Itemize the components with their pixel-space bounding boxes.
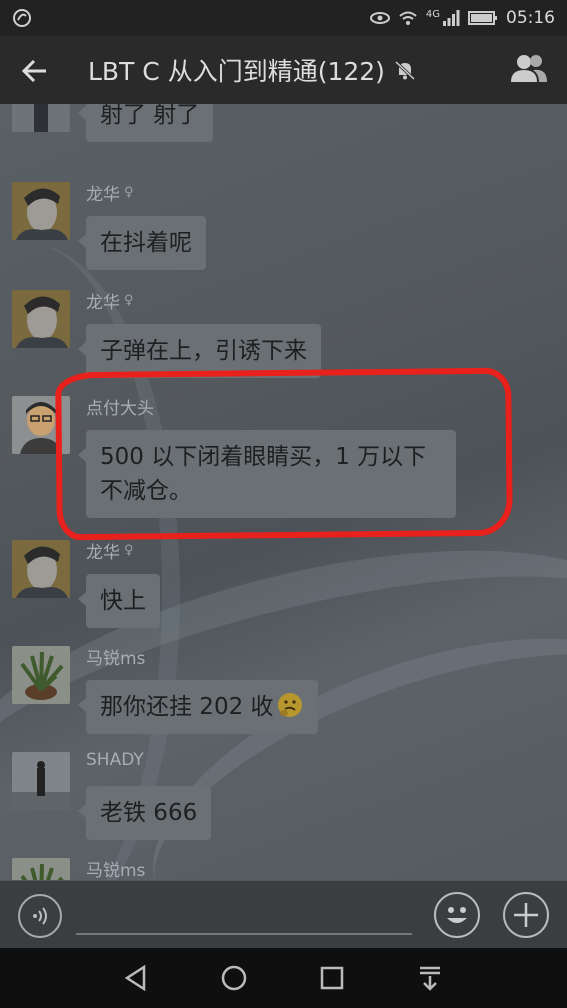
message-bubble[interactable]: 在抖着呢 [78, 216, 206, 270]
back-arrow-icon[interactable] [18, 54, 52, 88]
status-bar: 4G 05:16 [0, 0, 567, 36]
plus-icon [514, 903, 538, 927]
avatar[interactable] [12, 752, 70, 810]
notification-pull-icon[interactable] [414, 962, 446, 994]
system-navigation-bar [0, 948, 567, 1008]
avatar[interactable] [12, 646, 70, 704]
mute-bell-icon [394, 60, 415, 81]
voice-button[interactable] [18, 894, 62, 938]
message-bubble[interactable]: 那你还挂 202 收 [78, 680, 318, 734]
chat-title: LBT C 从入门到精通(122) [88, 52, 417, 88]
thinking-face-emoji-icon [277, 693, 302, 717]
more-options-button[interactable] [503, 892, 549, 938]
back-triangle-icon[interactable] [120, 962, 152, 994]
avatar[interactable] [12, 540, 70, 598]
chat-header: LBT C 从入门到精通(122) [0, 36, 567, 104]
message-bubble[interactable]: 快上 [78, 574, 160, 628]
gender-icon: ♀ [124, 543, 134, 558]
signal-icon [443, 10, 460, 26]
highlight-annotation-ring [55, 367, 513, 541]
gender-icon: ♀ [124, 185, 134, 200]
sender-name: 龙华 ♀ [86, 293, 134, 313]
sender-name: 龙华 ♀ [86, 185, 134, 205]
clock-time: 05:16 [506, 8, 555, 28]
app-notification-icon [13, 9, 31, 27]
eye-comfort-icon [369, 12, 390, 24]
avatar[interactable] [12, 182, 70, 240]
network-type: 4G [425, 8, 440, 20]
group-name: LBT C 从入门到精通(122) [88, 57, 385, 86]
message-bubble[interactable]: 射了 射了 [77, 104, 214, 142]
sender-name: 马锐ms [86, 861, 146, 880]
wifi-icon [399, 11, 417, 25]
home-circle-icon[interactable] [218, 962, 250, 994]
input-bar [0, 880, 567, 948]
emoji-button[interactable] [434, 892, 480, 938]
avatar[interactable] [12, 858, 70, 880]
recents-square-icon[interactable] [316, 962, 348, 994]
sender-name: 龙华 ♀ [86, 543, 134, 563]
avatar[interactable] [12, 290, 70, 348]
sender-name: 马锐ms [86, 649, 146, 669]
avatar[interactable] [12, 104, 70, 132]
message-list[interactable]: 射了 射了 龙华 ♀ 在抖着呢 龙华 ♀ 子弹在上，引诱下来 点付大头 500 … [0, 104, 567, 880]
message-bubble[interactable]: 老铁 666 [77, 786, 212, 840]
sender-name: SHADY [86, 750, 144, 770]
voice-icon [33, 907, 47, 925]
gender-icon: ♀ [124, 293, 134, 308]
battery-icon [468, 11, 497, 25]
emoji-icon [447, 907, 467, 923]
group-members-icon[interactable] [509, 52, 549, 86]
message-input[interactable] [76, 933, 412, 935]
